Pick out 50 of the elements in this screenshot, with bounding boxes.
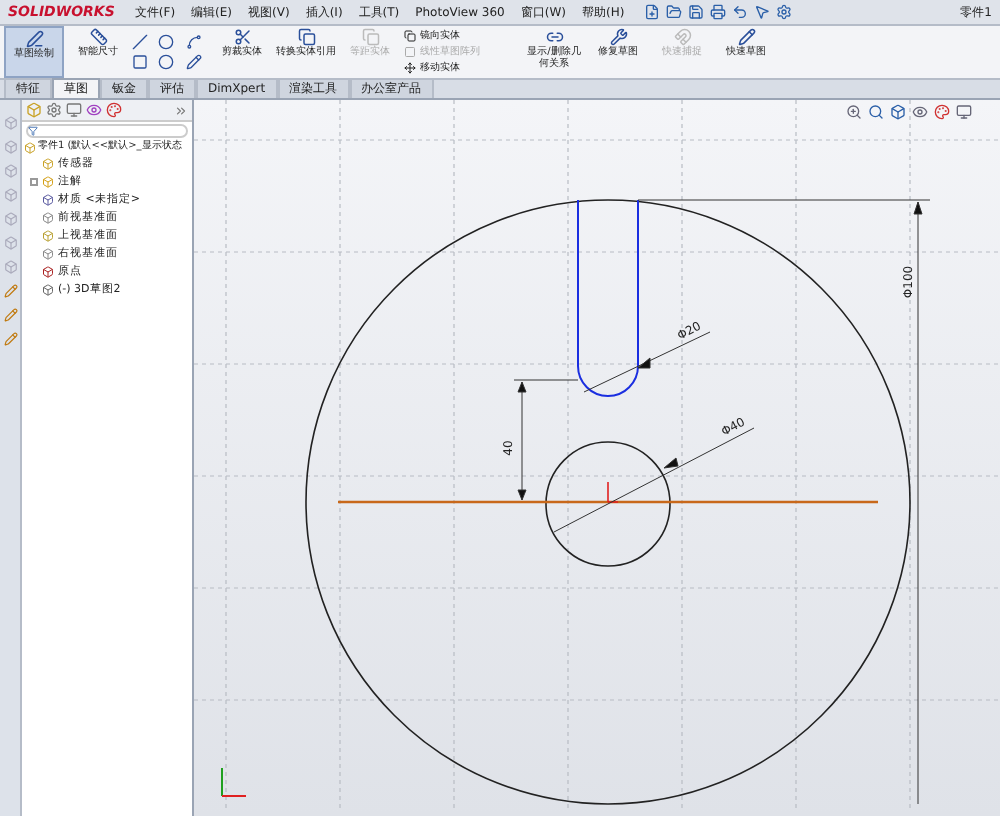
- pen-icon: [25, 30, 43, 48]
- zoom-icon[interactable]: [846, 104, 862, 120]
- tree-node-icon: [42, 266, 54, 278]
- config-icon[interactable]: [66, 102, 82, 118]
- link-icon: [545, 28, 563, 46]
- pencil-icon[interactable]: [3, 332, 17, 346]
- tree-node-icon: [42, 158, 54, 170]
- pencil-icon[interactable]: [3, 284, 17, 298]
- palette-icon[interactable]: [934, 104, 950, 120]
- center-hole-circle: [545, 441, 671, 567]
- save-icon[interactable]: [688, 4, 705, 20]
- printer-icon[interactable]: [710, 4, 727, 20]
- axis-triad-icon: [221, 767, 247, 797]
- tree-node-icon: [42, 284, 54, 296]
- search-icon[interactable]: [868, 104, 884, 120]
- wrench-icon: [609, 28, 627, 46]
- part-icon: [24, 141, 36, 154]
- tree-node-icon: [42, 248, 54, 260]
- expand-toggle-icon[interactable]: [29, 178, 37, 186]
- filter-icon: [28, 126, 38, 136]
- eye-icon[interactable]: [912, 104, 928, 120]
- tree-node-icon: [42, 176, 54, 188]
- tree-node-icon: [42, 212, 54, 224]
- move-icon: [404, 62, 416, 74]
- pencil-icon[interactable]: [3, 308, 17, 322]
- pointer-icon[interactable]: [754, 4, 771, 20]
- copy-icon: [361, 28, 379, 46]
- settings-icon[interactable]: [776, 4, 793, 20]
- filter-field[interactable]: [26, 124, 188, 138]
- undo-icon[interactable]: [732, 4, 749, 20]
- copy-icon: [404, 30, 416, 42]
- square-icon: [404, 46, 416, 58]
- expand-icon[interactable]: [174, 103, 188, 117]
- new-file-icon[interactable]: [644, 4, 661, 20]
- tree-node-icon: [42, 230, 54, 242]
- origin-marker: [607, 481, 619, 503]
- copy-icon: [297, 28, 315, 46]
- scissors-icon: [233, 28, 251, 46]
- appearance-icon[interactable]: [106, 102, 122, 118]
- ruler-icon: [89, 28, 107, 46]
- sketch-tool-icon[interactable]: [185, 34, 202, 50]
- monitor-icon[interactable]: [956, 104, 972, 120]
- tree-node-icon: [42, 194, 54, 206]
- pencil-icon: [737, 28, 755, 46]
- folder-icon[interactable]: [666, 4, 683, 20]
- display-icon[interactable]: [86, 102, 102, 118]
- sketch-tool-icon[interactable]: [185, 54, 202, 70]
- magnet-icon: [673, 28, 691, 46]
- property-icon[interactable]: [46, 102, 62, 118]
- view-cube-icon[interactable]: [890, 104, 906, 120]
